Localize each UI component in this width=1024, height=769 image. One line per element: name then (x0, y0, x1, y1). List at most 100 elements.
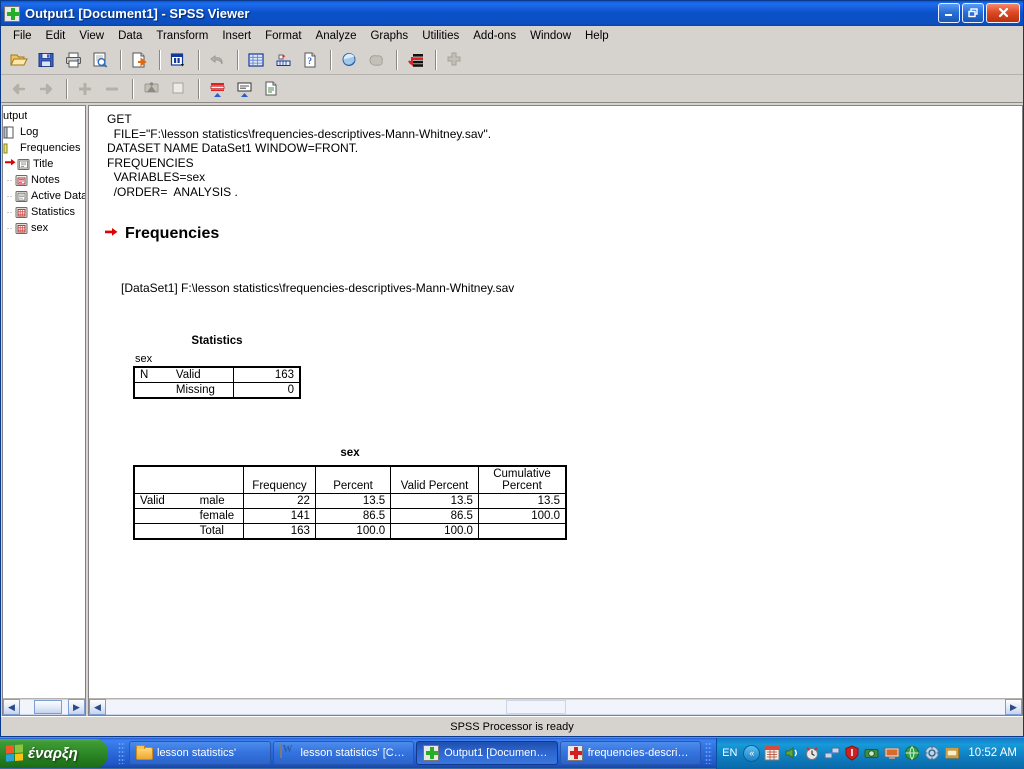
menu-utilities[interactable]: Utilities (415, 28, 466, 44)
export-icon[interactable] (127, 48, 151, 72)
tray-expand-chevron-icon[interactable]: « (743, 745, 760, 762)
alarm-tray-icon[interactable] (804, 745, 820, 761)
outline-item-label: sex (31, 222, 48, 234)
stats-row-group (134, 383, 156, 399)
cell-valid-percent: 100.0 (391, 524, 479, 540)
output-canvas[interactable]: GET FILE="F:\lesson statistics\frequenci… (89, 106, 1022, 698)
goto-data-icon[interactable] (244, 48, 268, 72)
outline-item-title[interactable]: Title (3, 156, 85, 172)
menu-graphs[interactable]: Graphs (363, 28, 415, 44)
find-icon[interactable] (337, 48, 361, 72)
minimize-button[interactable] (938, 3, 960, 23)
outline-item-label: Log (20, 126, 38, 138)
menu-analyze[interactable]: Analyze (309, 28, 364, 44)
menu-format[interactable]: Format (258, 28, 308, 44)
outline-item-active-dataset[interactable]: ·· Active Data (3, 188, 85, 204)
menu-data[interactable]: Data (111, 28, 149, 44)
show-icon[interactable] (139, 77, 163, 101)
insert-text-icon[interactable] (259, 77, 283, 101)
menu-bar: File Edit View Data Transform Insert For… (1, 26, 1023, 46)
network-tray-icon[interactable] (824, 745, 840, 761)
print-icon[interactable] (61, 48, 85, 72)
taskbar-item-output1[interactable]: Output1 [Documen… (416, 741, 558, 765)
demote-icon[interactable] (34, 77, 58, 101)
main-toolbar: ? (1, 46, 1023, 75)
recall-dialog-icon[interactable] (166, 48, 190, 72)
table-row[interactable]: N Valid 163 (134, 367, 300, 383)
menu-insert[interactable]: Insert (215, 28, 258, 44)
scroll-thumb[interactable] (34, 700, 62, 714)
outline-item-log[interactable]: Log (3, 124, 85, 140)
insert-heading-icon[interactable] (205, 77, 229, 101)
tree-connector: ·· (5, 191, 14, 201)
folder-open-icon (3, 142, 18, 155)
open-file-icon[interactable] (7, 48, 31, 72)
display-tray-icon[interactable] (884, 745, 900, 761)
scroll-track[interactable] (106, 699, 1005, 715)
outline-item-statistics[interactable]: ·· Statistics (3, 204, 85, 220)
menu-help[interactable]: Help (578, 28, 616, 44)
split-file-icon[interactable] (442, 48, 466, 72)
menu-transform[interactable]: Transform (149, 28, 215, 44)
taskbar-item-label: Output1 [Documen… (444, 747, 547, 759)
column-header-cumulative-percent: Cumulative Percent (478, 466, 566, 494)
table-row[interactable]: Missing 0 (134, 383, 300, 399)
shield-tray-icon[interactable] (844, 745, 860, 761)
frequencies-heading-row: Frequencies (105, 225, 1022, 243)
hide-icon[interactable] (166, 77, 190, 101)
collapse-icon[interactable] (100, 77, 124, 101)
insert-title-icon[interactable] (232, 77, 256, 101)
taskbar-grip[interactable] (118, 742, 125, 764)
outline-hscrollbar[interactable]: ◀ ▶ (3, 698, 85, 715)
scroll-right-button[interactable]: ▶ (68, 699, 85, 715)
start-button-label: έναρξη (28, 745, 78, 762)
promote-icon[interactable] (7, 77, 31, 101)
outline-item-sex[interactable]: ·· sex (3, 220, 85, 236)
start-button[interactable]: έναρξη (0, 739, 108, 768)
stats-row-group: N (134, 367, 156, 383)
volume-tray-icon[interactable] (784, 745, 800, 761)
scroll-thumb[interactable] (506, 700, 566, 714)
menu-add-ons[interactable]: Add-ons (466, 28, 523, 44)
menu-view[interactable]: View (72, 28, 111, 44)
frequency-table[interactable]: Frequency Percent Valid Percent Cumulati… (133, 465, 567, 540)
camera-tray-icon[interactable] (864, 745, 880, 761)
expand-icon[interactable] (73, 77, 97, 101)
antivirus-tray-icon[interactable] (924, 745, 940, 761)
tray-grip[interactable] (705, 742, 712, 764)
table-row[interactable]: Valid male 22 13.5 13.5 13.5 (134, 494, 566, 509)
table-row[interactable]: Total 163 100.0 100.0 (134, 524, 566, 540)
outline-tree[interactable]: utput Log (3, 106, 85, 698)
menu-edit[interactable]: Edit (39, 28, 73, 44)
menu-window[interactable]: Window (523, 28, 578, 44)
save-icon[interactable] (34, 48, 58, 72)
goto-case-icon[interactable] (271, 48, 295, 72)
taskbar-item-lesson-statistics-folder[interactable]: lesson statistics' (129, 741, 271, 765)
statistics-table[interactable]: N Valid 163 Missing 0 (133, 366, 301, 399)
menu-file[interactable]: File (6, 28, 39, 44)
taskbar-item-lesson-statistics-doc[interactable]: lesson statistics' [C… (273, 741, 415, 765)
outline-item-output[interactable]: utput (3, 108, 85, 124)
print-preview-icon[interactable] (88, 48, 112, 72)
close-button[interactable] (986, 3, 1020, 23)
table-row[interactable]: female 141 86.5 86.5 100.0 (134, 509, 566, 524)
globe-tray-icon[interactable] (904, 745, 920, 761)
tray-language-indicator[interactable]: EN (722, 747, 737, 759)
calendar-tray-icon[interactable] (764, 745, 780, 761)
insert-variable-icon[interactable] (403, 48, 427, 72)
insert-cases-icon[interactable] (364, 48, 388, 72)
output-hscrollbar[interactable]: ◀ ▶ (89, 698, 1022, 715)
variables-icon[interactable]: ? (298, 48, 322, 72)
restore-button[interactable] (962, 3, 984, 23)
scroll-left-button[interactable]: ◀ (3, 699, 20, 715)
folder-tray-icon[interactable] (944, 745, 960, 761)
tray-clock[interactable]: 10:52 AM (968, 747, 1017, 759)
scroll-track[interactable] (20, 699, 68, 715)
undo-icon[interactable] (205, 48, 229, 72)
taskbar-item-label: lesson statistics' (157, 747, 236, 759)
scroll-right-button[interactable]: ▶ (1005, 699, 1022, 715)
taskbar-item-frequencies-data[interactable]: frequencies-descri… (560, 741, 702, 765)
outline-item-frequencies[interactable]: Frequencies (3, 140, 85, 156)
outline-item-notes[interactable]: ·· Notes (3, 172, 85, 188)
scroll-left-button[interactable]: ◀ (89, 699, 106, 715)
